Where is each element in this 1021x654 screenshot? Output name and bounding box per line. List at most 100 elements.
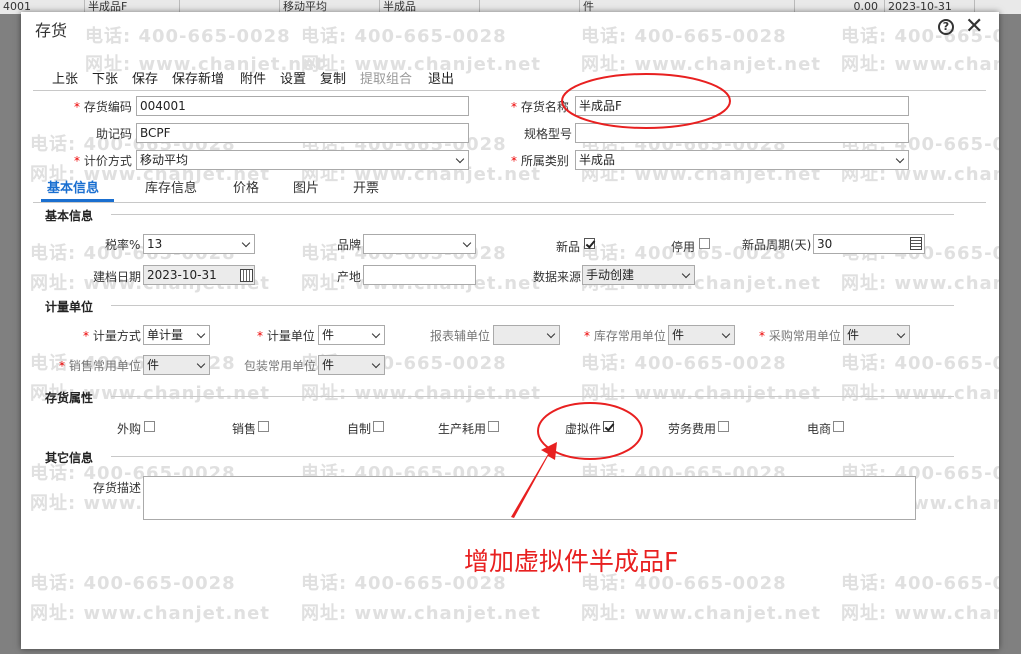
attach-button[interactable]: 附件 [240, 68, 266, 87]
report-unit-select[interactable] [493, 325, 560, 345]
annotation-text: 增加虚拟件半成品F [464, 547, 679, 576]
category-select[interactable]: 半成品 [575, 150, 909, 170]
attr-service-checkbox[interactable] [718, 421, 729, 432]
brand-label: 品牌 [337, 238, 362, 252]
save-button[interactable]: 保存 [132, 68, 158, 87]
unit-select[interactable]: 件 [318, 325, 385, 345]
prev-button[interactable]: 上张 [52, 68, 78, 87]
watermark-site: 网址: www.chanjet.net [841, 383, 999, 404]
calculator-icon[interactable] [910, 237, 922, 250]
name-input[interactable]: 半成品F [575, 96, 909, 116]
dialog-title: 存货 [35, 21, 68, 40]
attr-ecommerce-checkbox[interactable] [833, 421, 844, 432]
watermark-site: 网址: www.chanjet.net [841, 273, 999, 294]
section-divider [111, 396, 954, 397]
stock-unit-select[interactable]: 件 [668, 325, 735, 345]
attr-sales-label: 销售 [232, 422, 257, 436]
inventory-dialog: 电话: 400-665-0028 电话: 400-665-0028 电话: 40… [21, 12, 999, 649]
mnemonic-input[interactable]: BCPF [136, 123, 469, 143]
watermark-site: 网址: www.chanjet.net [581, 603, 821, 624]
close-icon[interactable]: ✕ [965, 14, 983, 39]
watermark-phone: 电话: 400-665-0028 [85, 26, 291, 47]
source-label: 数据来源 [533, 270, 582, 284]
pricing-select[interactable]: 移动平均 [136, 150, 469, 170]
new-period-input[interactable]: 30 [813, 234, 925, 254]
created-date-input[interactable]: 2023-10-31 [143, 265, 255, 285]
section-other-title: 其它信息 [45, 451, 94, 465]
watermark-site: 网址: www.chanjet.net [841, 603, 999, 624]
measure-method-select[interactable]: 单计量 [143, 325, 210, 345]
attr-ecommerce-label: 电商 [807, 422, 832, 436]
help-icon[interactable]: ? [938, 19, 954, 35]
tax-label: 税率% [105, 238, 141, 252]
tab-basic[interactable]: 基本信息 [47, 177, 99, 196]
pricing-label: 计价方式 [74, 152, 132, 169]
watermark-site: 网址: www.chanjet.net [581, 383, 821, 404]
brand-select[interactable] [363, 234, 476, 254]
description-label: 存货描述 [93, 481, 142, 495]
attr-production-checkbox[interactable] [488, 421, 499, 432]
measure-method-label: 计量方式 [83, 327, 141, 344]
toolbar-divider [33, 90, 986, 91]
copy-button[interactable]: 复制 [320, 68, 346, 87]
attr-self-made-checkbox[interactable] [373, 421, 384, 432]
watermark-phone: 电话: 400-665-0028 [301, 26, 507, 47]
section-divider [111, 456, 954, 457]
disabled-checkbox[interactable] [699, 238, 710, 249]
tax-select[interactable]: 13 [143, 234, 255, 254]
source-select[interactable]: 手动创建 [582, 265, 695, 285]
section-divider [111, 214, 954, 215]
disabled-label: 停用 [671, 240, 696, 254]
watermark-site: 网址: www.chanjet.net [841, 54, 999, 75]
attr-purchased-checkbox[interactable] [144, 421, 155, 432]
new-period-label: 新品周期(天) [742, 238, 812, 252]
extract-combo-button[interactable]: 提取组合 [360, 68, 412, 87]
watermark-site: 网址: www.chanjet.net [301, 383, 541, 404]
sales-unit-select[interactable]: 件 [143, 355, 210, 375]
section-divider [111, 305, 954, 306]
purchase-unit-label: 采购常用单位 [759, 327, 841, 344]
section-attributes-title: 存货属性 [45, 391, 94, 405]
origin-label: 产地 [337, 270, 362, 284]
settings-button[interactable]: 设置 [280, 68, 306, 87]
tab-invoice[interactable]: 开票 [353, 177, 379, 196]
new-checkbox[interactable] [584, 238, 595, 249]
mnemonic-label: 助记码 [96, 127, 133, 141]
purchase-unit-select[interactable]: 件 [843, 325, 910, 345]
attr-service-label: 劳务费用 [668, 422, 717, 436]
pack-unit-select[interactable]: 件 [318, 355, 385, 375]
description-textarea[interactable] [143, 476, 916, 520]
unit-label: 计量单位 [257, 327, 315, 344]
attr-purchased-label: 外购 [117, 422, 142, 436]
watermark-phone: 电话: 400-665-0028 [581, 353, 787, 374]
code-input[interactable]: 004001 [136, 96, 469, 116]
attr-production-label: 生产耗用 [438, 422, 487, 436]
category-label: 所属类别 [511, 152, 569, 169]
sales-unit-label: 销售常用单位 [59, 357, 141, 374]
created-label: 建档日期 [93, 270, 142, 284]
attr-self-made-label: 自制 [347, 422, 372, 436]
calendar-icon[interactable] [240, 269, 253, 282]
exit-button[interactable]: 退出 [428, 68, 454, 87]
name-label: 存货名称 [511, 98, 569, 115]
watermark-site: 网址: www.chanjet.net [581, 54, 821, 75]
section-basic-title: 基本信息 [45, 209, 94, 223]
tab-stock[interactable]: 库存信息 [145, 177, 197, 196]
new-label: 新品 [556, 240, 581, 254]
spec-input[interactable] [575, 123, 909, 143]
attr-virtual-checkbox[interactable] [603, 421, 614, 432]
watermark-site: 网址: www.chanjet.net [30, 603, 270, 624]
tab-divider [33, 202, 986, 203]
tab-price[interactable]: 价格 [233, 177, 259, 196]
watermark-site: 网址: www.chanjet.net [301, 603, 541, 624]
tab-image[interactable]: 图片 [293, 177, 319, 196]
pack-unit-label: 包装常用单位 [244, 359, 317, 373]
next-button[interactable]: 下张 [92, 68, 118, 87]
watermark-phone: 电话: 400-665-0028 [841, 353, 999, 374]
attr-virtual-label: 虚拟件 [565, 422, 602, 436]
save-new-button[interactable]: 保存新增 [172, 68, 224, 87]
attr-sales-checkbox[interactable] [258, 421, 269, 432]
origin-input[interactable] [363, 265, 476, 285]
stock-unit-label: 库存常用单位 [584, 327, 666, 344]
code-label: 存货编码 [74, 98, 132, 115]
